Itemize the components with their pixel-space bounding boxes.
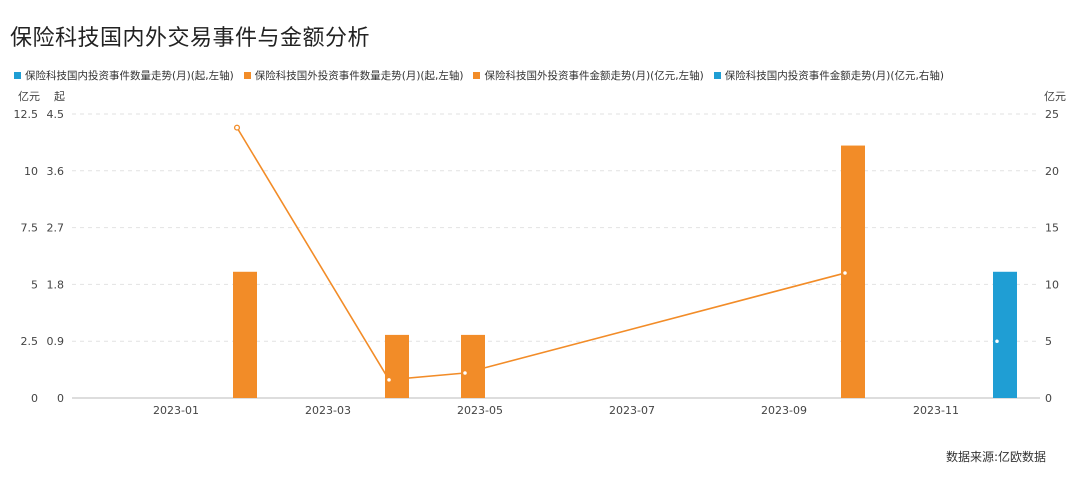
- series-line: [236, 127, 846, 381]
- y-tick-label-count-left: 4.5: [47, 108, 65, 121]
- y-tick-label-amount-right: 25: [1045, 108, 1059, 121]
- data-point: [461, 369, 469, 377]
- bar: [233, 271, 257, 398]
- y-tick-label-amount-right: 0: [1045, 392, 1052, 405]
- data-point: [385, 376, 393, 383]
- y-axis-unit-amount-right: 亿元: [1044, 90, 1066, 103]
- data-source: 数据来源:亿欧数据: [945, 450, 1046, 464]
- y-tick-label-count-left: 0.9: [47, 335, 65, 348]
- y-tick-label-count-left: 3.6: [47, 165, 65, 178]
- bar: [993, 271, 1017, 398]
- y-tick-label-count-left: 0: [57, 392, 64, 405]
- bar: [461, 334, 485, 398]
- y-axis-unit-amount-left: 亿元: [18, 90, 40, 103]
- x-tick-label: 2023-01: [153, 404, 199, 417]
- y-tick-label-amount-right: 20: [1045, 165, 1059, 178]
- grid-lines: [72, 113, 1040, 399]
- y-tick-label-amount-left: 12.5: [14, 108, 39, 121]
- data-point: [993, 338, 1001, 345]
- data-point: [233, 124, 241, 131]
- x-tick-label: 2023-07: [609, 404, 655, 417]
- y-tick-label-amount-left: 5: [31, 278, 38, 291]
- x-tick-label: 2023-09: [761, 404, 807, 417]
- axes: 0 0 0 2.5 0.9 5 5 1.8 10 7.5 2.7 15 10 3.6 20 12.5 4.5 25…: [14, 90, 1067, 417]
- lines: [233, 124, 1001, 383]
- y-tick-label-amount-right: 15: [1045, 222, 1059, 235]
- y-tick-label-amount-left: 2.5: [21, 335, 39, 348]
- x-tick-label: 2023-11: [913, 404, 959, 417]
- bars: [233, 145, 1017, 398]
- bar: [385, 334, 409, 398]
- y-tick-label-amount-left: 10: [24, 165, 38, 178]
- data-point: [841, 269, 849, 277]
- y-tick-label-count-left: 2.7: [47, 222, 65, 235]
- x-tick-label: 2023-05: [457, 404, 503, 417]
- y-tick-label-count-left: 1.8: [47, 278, 65, 291]
- y-axis-unit-count-left: 起: [54, 90, 65, 103]
- y-tick-label-amount-left: 0: [31, 392, 38, 405]
- y-tick-label-amount-right: 5: [1045, 335, 1052, 348]
- y-tick-label-amount-right: 10: [1045, 278, 1059, 291]
- x-tick-label: 2023-03: [305, 404, 351, 417]
- y-tick-label-amount-left: 7.5: [21, 222, 39, 235]
- chart-svg: 0 0 0 2.5 0.9 5 5 1.8 10 7.5 2.7 15 10 3.6 20 12.5 4.5 25…: [14, 90, 1067, 417]
